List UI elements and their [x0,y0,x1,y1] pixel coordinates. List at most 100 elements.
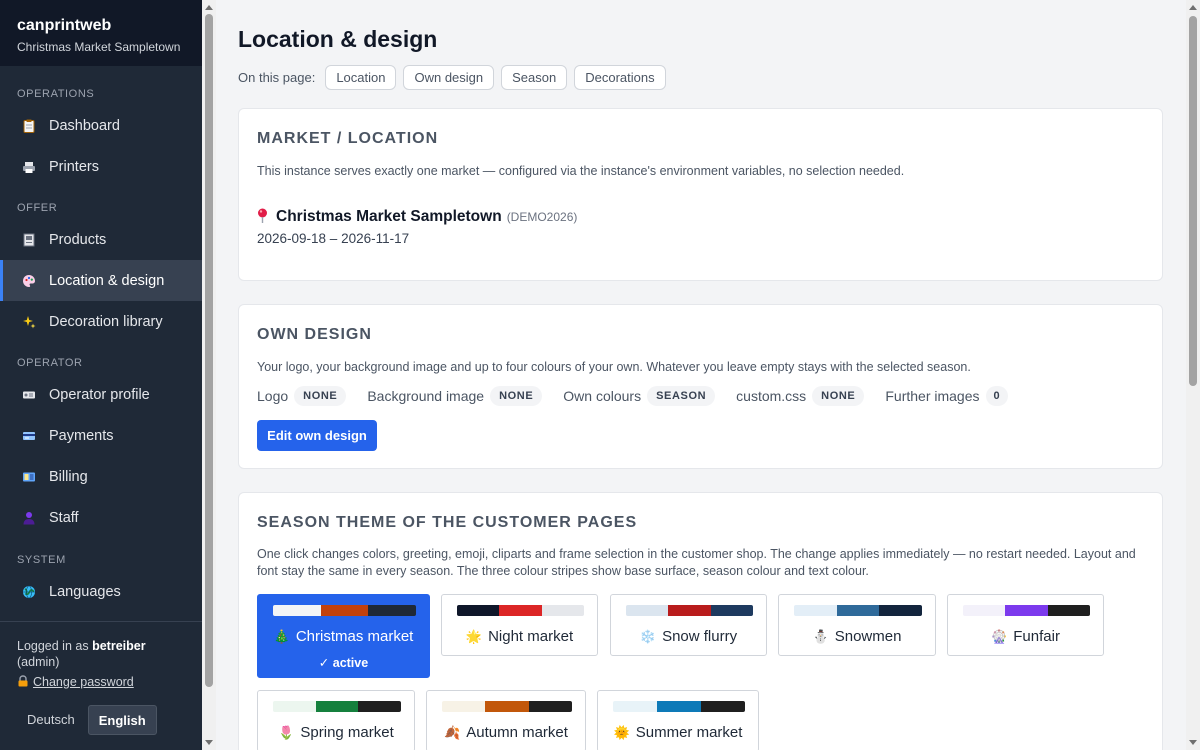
season-theme-name: Funfair [1013,628,1060,645]
sidebar-item-location-design[interactable]: Location & design [0,260,202,301]
sidebar-item-label: Payments [49,427,114,444]
sidebar-item-label: Products [49,231,107,248]
status-label-colours: Own colours [563,388,642,404]
season-theme-spring-market[interactable]: 🌷 Spring market [257,690,415,750]
main-scroll-thumb[interactable] [1189,16,1197,386]
page-anchor-nav: On this page: Location Own design Season… [238,65,673,90]
colour-swatch [710,605,753,616]
colour-swatch [626,605,669,616]
colour-swatch [528,701,572,712]
market-name: Christmas Market Sampletown (DEMO2026) [257,208,577,226]
colour-stripe [273,605,416,616]
season-emoji-icon: 🌷 [278,725,295,740]
anchor-decorations[interactable]: Decorations [574,65,666,90]
on-this-page-label: On this page: [238,70,316,85]
season-theme-summer-market[interactable]: 🌞 Summer market [597,690,759,750]
colour-swatch [963,605,1006,616]
sidebar-item-payments[interactable]: Payments [0,415,202,456]
season-theme-christmas-market[interactable]: 🎄 Christmas market ✓ active [257,594,430,678]
own-design-status: Logo NONE Background image NONE Own colo… [257,386,1029,406]
season-theme-label: 🌷 Spring market [258,724,414,741]
colour-swatch [485,701,529,712]
colour-swatch [794,605,837,616]
brand[interactable]: canprintweb Christmas Market Sampletown [0,0,202,66]
palette-icon [22,274,36,288]
colour-swatch [657,701,701,712]
printer-icon [22,160,36,174]
main-scrollbar[interactable] [1186,0,1200,750]
edit-own-design-button[interactable]: Edit own design [257,420,377,451]
change-password-link[interactable]: Change password [33,674,134,690]
anchor-season[interactable]: Season [501,65,568,90]
season-theme-name: Christmas market [295,628,414,645]
season-description: One click changes colors, greeting, emoj… [257,547,1136,578]
season-theme-name: Spring market [300,724,394,741]
status-label-background: Background image [367,388,485,404]
sidebar-scroll-thumb[interactable] [205,14,213,687]
sidebar-item-staff[interactable]: Staff [0,497,202,538]
sidebar-item-printers[interactable]: Printers [0,146,202,187]
season-emoji-icon: 🎡 [991,629,1008,644]
clipboard-icon [22,119,36,133]
season-theme-name: Snow flurry [662,628,738,645]
nav-section-system: SYSTEM [17,554,66,566]
own-design-heading: OWN DESIGN [257,326,372,343]
scroll-up-arrow-icon[interactable] [205,5,213,10]
sidebar-item-decoration-library[interactable]: Decoration library [0,301,202,342]
sidebar-item-label: Decoration library [49,313,163,330]
sidebar-item-dashboard[interactable]: Dashboard [0,105,202,146]
globe-icon [22,585,36,599]
season-theme-funfair[interactable]: 🎡 Funfair [947,594,1104,656]
colour-stripe [273,701,401,712]
location-heading: MARKET / LOCATION [257,130,439,147]
colour-swatch [368,605,416,616]
colour-stripe [613,701,745,712]
status-badge-background: NONE [490,386,543,406]
user-name: betreiber [92,639,146,653]
season-emoji-icon: 🌟 [465,629,483,644]
sidebar-item-languages[interactable]: Languages [0,571,202,612]
anchor-own-design[interactable]: Own design [403,65,495,90]
colour-stripe [442,701,572,712]
scroll-down-arrow-icon[interactable] [1189,740,1197,745]
market-name-text: Christmas Market Sampletown [276,208,502,225]
season-theme-label: 🎡 Funfair [948,628,1103,645]
market-dates: 2026-09-18 – 2026-11-17 [257,231,410,246]
lang-button-deutsch[interactable]: Deutsch [17,705,85,735]
sparkles-icon [22,315,36,329]
lang-button-english[interactable]: English [87,705,157,735]
season-theme-name: Autumn market [466,724,568,741]
season-theme-name: Snowmen [834,628,902,645]
colour-swatch [442,701,486,712]
language-switcher: Deutsch English [17,705,157,735]
season-theme-autumn-market[interactable]: 🍂 Autumn market [426,690,586,750]
anchor-location[interactable]: Location [325,65,397,90]
sidebar-scrollbar[interactable] [202,0,216,750]
season-emoji-icon: ❄️ [639,629,657,644]
scroll-down-arrow-icon[interactable] [205,740,213,745]
sidebar-item-products[interactable]: Products [0,219,202,260]
season-theme-label: 🍂 Autumn market [427,724,585,741]
colour-swatch [701,701,745,712]
user-role: (admin) [17,655,60,669]
sidebar-item-label: Printers [49,158,99,175]
season-theme-label: 🌞 Summer market [598,724,758,741]
logged-in-prefix: Logged in as [17,639,89,653]
colour-swatch [315,701,359,712]
season-theme-snowmen[interactable]: ⛄ Snowmen [778,594,936,656]
season-theme-name: Night market [488,628,574,645]
colour-swatch [320,605,369,616]
season-theme-snow-flurry[interactable]: ❄️ Snow flurry [610,594,767,656]
sidebar-item-billing[interactable]: Billing [0,456,202,497]
colour-stripe [963,605,1090,616]
scroll-up-arrow-icon[interactable] [1189,5,1197,10]
season-theme-label: ⛄ Snowmen [779,628,935,645]
nav-section-offer: OFFER [17,202,58,214]
colour-swatch [273,605,321,616]
season-theme-night-market[interactable]: 🌟 Night market [441,594,598,656]
sidebar: canprintweb Christmas Market Sampletown … [0,0,202,750]
own-design-description: Your logo, your background image and up … [257,360,971,374]
sidebar-item-operator-profile[interactable]: Operator profile [0,374,202,415]
colour-swatch [273,701,316,712]
status-label-logo: Logo [257,388,289,404]
